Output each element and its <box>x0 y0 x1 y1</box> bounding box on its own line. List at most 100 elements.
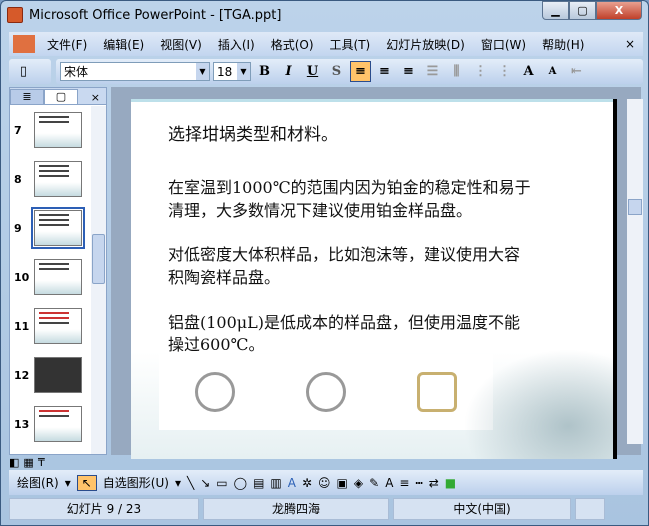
bullets-icon[interactable]: ⋮ <box>494 61 515 82</box>
align-left-icon[interactable]: ≡ <box>350 61 371 82</box>
dragon-decoration <box>463 349 613 459</box>
status-empty <box>575 498 605 520</box>
underline-button[interactable]: U <box>302 61 323 82</box>
slide-thumbnail[interactable]: 10 <box>10 259 92 305</box>
autoshapes-menu[interactable]: 自选图形(U) <box>103 474 169 491</box>
font-select[interactable]: 宋体 ▼ <box>60 62 210 81</box>
scroll-thumb[interactable] <box>628 199 642 215</box>
draw-menu[interactable]: 绘图(R) <box>17 474 59 491</box>
close-pane-button[interactable]: × <box>91 91 100 104</box>
design-name: 龙腾四海 <box>203 498 389 520</box>
italic-button[interactable]: I <box>278 61 299 82</box>
slide-number: 13 <box>14 418 30 431</box>
chevron-down-icon: ▼ <box>196 63 209 80</box>
fill-color-icon[interactable]: ◈ <box>354 476 363 490</box>
menu-format[interactable]: 格式(O) <box>263 36 322 53</box>
vertical-textbox-icon[interactable]: ▥ <box>270 476 281 490</box>
align-right-icon[interactable]: ≡ <box>398 61 419 82</box>
menu-slideshow[interactable]: 幻灯片放映(D) <box>378 36 473 53</box>
menu-file[interactable]: 文件(F) <box>39 36 95 53</box>
slide-thumbnail[interactable]: 8 <box>10 161 92 207</box>
diagram-icon[interactable]: ✲ <box>302 476 312 490</box>
vertical-text-icon[interactable]: ⫼ <box>446 61 467 82</box>
scroll-thumb[interactable] <box>92 234 105 284</box>
slide-counter: 幻灯片 9 / 23 <box>9 498 199 520</box>
slide-text: 清理，大多数情况下建议使用铂金样品盘。 <box>168 201 473 220</box>
menu-edit[interactable]: 编辑(E) <box>95 36 152 53</box>
font-size-value: 18 <box>217 64 233 79</box>
slide-text: 在室温到1000℃的范围内因为铂金的稳定性和易于 <box>168 178 531 197</box>
window-title: Microsoft Office PowerPoint - [TGA.ppt] <box>29 7 282 23</box>
font-color-icon[interactable]: A <box>385 476 393 490</box>
decrease-font-button[interactable]: A <box>542 61 563 82</box>
drawing-toolbar: 绘图(R) ▾ ↖ 自选图形(U) ▾ ╲ ↘ ▭ ◯ ▤ ▥ A ✲ ☺ ▣ ◈ ✎ A ≡ ┅ ⇄ ■ <box>9 470 643 495</box>
menu-insert[interactable]: 插入(I) <box>210 36 263 53</box>
rectangle-icon[interactable]: ▭ <box>216 476 227 490</box>
slide-scrollbar[interactable] <box>627 99 643 444</box>
arrow-style-icon[interactable]: ⇄ <box>429 476 439 490</box>
menu-window[interactable]: 窗口(W) <box>473 36 534 53</box>
menu-view[interactable]: 视图(V) <box>152 36 210 53</box>
pane-scrollbar[interactable] <box>91 106 106 454</box>
formatting-toolbar: 宋体 ▼ 18 ▼ B I U S ≡ ≡ ≡ ☰ ⫼ ⋮ ⋮ A A ⇤ <box>56 59 643 84</box>
document-icon <box>13 35 35 53</box>
shadow-style-icon[interactable]: ■ <box>445 476 456 490</box>
close-document-button[interactable]: × <box>625 37 635 51</box>
arrow-icon[interactable]: ↘ <box>200 476 210 490</box>
slide-editor: 选择坩埚类型和材料。 在室温到1000℃的范围内因为铂金的稳定性和易于 清理，大… <box>111 87 641 459</box>
standard-toolbar: ▯ <box>9 59 51 84</box>
slide-text: 积陶瓷样品盘。 <box>168 268 281 287</box>
chevron-down-icon: ▼ <box>237 63 250 80</box>
slide-thumbnail[interactable]: 13 <box>10 406 92 452</box>
app-window: Microsoft Office PowerPoint - [TGA.ppt] … <box>0 0 649 526</box>
numbering-icon[interactable]: ⋮ <box>470 61 491 82</box>
language-status: 中文(中国) <box>393 498 571 520</box>
line-style-icon[interactable]: ≡ <box>399 476 409 490</box>
decrease-indent-icon[interactable]: ⇤ <box>566 61 587 82</box>
select-pointer-icon[interactable]: ↖ <box>76 474 97 491</box>
maximize-button[interactable]: ▢ <box>569 1 596 20</box>
line-icon[interactable]: ╲ <box>187 476 194 490</box>
bold-button[interactable]: B <box>254 61 275 82</box>
dash-style-icon[interactable]: ┅ <box>415 476 422 490</box>
powerpoint-icon <box>7 7 23 23</box>
oval-icon[interactable]: ◯ <box>234 476 247 490</box>
line-color-icon[interactable]: ✎ <box>369 476 379 490</box>
slide-title: 选择坩埚类型和材料。 <box>168 125 338 145</box>
slide-number: 8 <box>14 173 22 186</box>
tab-slides[interactable]: ▢ <box>44 89 78 104</box>
distribute-icon[interactable]: ☰ <box>422 61 443 82</box>
slide-thumbnail[interactable]: 11 <box>10 308 92 354</box>
slide-text: 操过600℃。 <box>168 335 265 354</box>
font-size-select[interactable]: 18 ▼ <box>213 62 251 81</box>
menu-help[interactable]: 帮助(H) <box>534 36 592 53</box>
tab-outline[interactable]: ≣ <box>10 89 44 104</box>
slide-number: 10 <box>14 271 30 284</box>
picture-icon[interactable]: ▣ <box>337 476 348 490</box>
font-value: 宋体 <box>64 65 89 79</box>
textbox-icon[interactable]: ▤ <box>253 476 264 490</box>
minimize-button[interactable]: ▁ <box>542 1 569 20</box>
increase-font-button[interactable]: A <box>518 61 539 82</box>
normal-view-icon[interactable]: ◧ <box>9 456 19 469</box>
close-button[interactable]: X <box>596 1 642 20</box>
shadow-button[interactable]: S <box>326 61 347 82</box>
wordart-icon[interactable]: A <box>288 476 296 490</box>
menu-tools[interactable]: 工具(T) <box>322 36 379 53</box>
slide-number: 12 <box>14 369 30 382</box>
slide-thumbnail[interactable]: 7 <box>10 112 92 158</box>
slide-number: 9 <box>14 222 22 235</box>
crucible-image <box>159 354 493 430</box>
slide-text: 对低密度大体积样品，比如泡沫等，建议使用大容 <box>168 245 521 264</box>
align-center-icon[interactable]: ≡ <box>374 61 395 82</box>
new-icon[interactable]: ▯ <box>13 61 34 82</box>
slide-thumbnail[interactable]: 9 <box>10 207 92 256</box>
slide-number: 7 <box>14 124 22 137</box>
clipart-icon[interactable]: ☺ <box>318 476 331 490</box>
slide-thumbnail[interactable]: 12 <box>10 357 92 403</box>
title-bar: Microsoft Office PowerPoint - [TGA.ppt] <box>7 5 281 25</box>
slideshow-view-icon[interactable]: ₸ <box>38 456 45 469</box>
slide-number: 11 <box>14 320 30 333</box>
sorter-view-icon[interactable]: ▦ <box>23 456 33 469</box>
slide-canvas[interactable]: 选择坩埚类型和材料。 在室温到1000℃的范围内因为铂金的稳定性和易于 清理，大… <box>131 99 613 459</box>
